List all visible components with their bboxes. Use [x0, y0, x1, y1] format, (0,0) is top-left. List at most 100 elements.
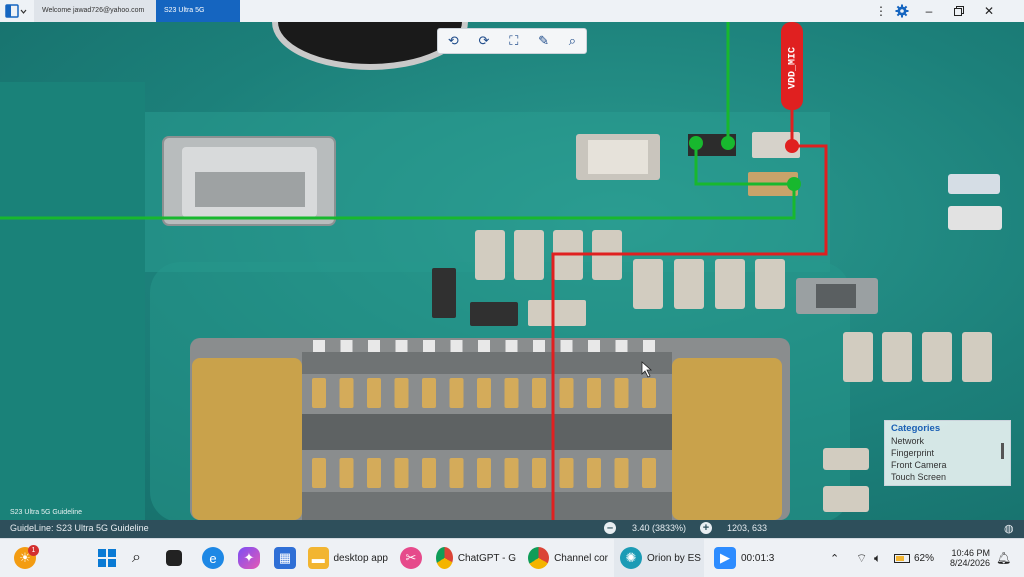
wifi-icon[interactable]: ⌔ — [856, 539, 867, 577]
task-view-button[interactable] — [166, 539, 182, 577]
categories-scrollbar[interactable] — [1001, 443, 1004, 459]
chevron-up-icon: ⌃ — [830, 552, 840, 565]
connector-pin — [312, 458, 326, 488]
category-item-fingerprint[interactable]: Fingerprint — [891, 447, 1004, 459]
connector-pin — [559, 378, 574, 408]
folder-icon: ▬ — [308, 547, 329, 569]
bell-icon: 🔔︎ — [996, 551, 1012, 565]
category-item-front-camera[interactable]: Front Camera — [891, 459, 1004, 471]
pcb-viewer-canvas[interactable]: VDD_MIC ⟲ ⟳ ⛶ ✎ ⌕ Categories Network Fin… — [0, 22, 1024, 520]
orion-icon: ✺ — [620, 547, 642, 569]
battery-indicator[interactable]: 62% — [894, 539, 934, 577]
rotate-right-icon[interactable]: ⟳ — [479, 33, 490, 49]
globe-icon[interactable]: ◍ — [1004, 522, 1014, 535]
board-watermark: S23 Ultra 5G Guideline — [10, 509, 82, 516]
cursor-coords: 1203, 633 — [727, 523, 768, 533]
taskbar-app-label: Orion by ES — [647, 552, 701, 564]
net-label-vdd-mic: VDD_MIC — [788, 47, 799, 89]
zoom-in-icon[interactable]: + — [700, 522, 712, 534]
settings-gear-icon[interactable] — [890, 0, 914, 22]
more-options-icon[interactable]: ⋮ — [872, 0, 890, 22]
zoom-out-icon[interactable]: – — [604, 522, 616, 534]
copilot-icon: ✦ — [238, 547, 260, 569]
taskbar-app-desktop[interactable]: ▬ desktop app — [308, 539, 388, 577]
snipping-tool-button[interactable]: ✂ — [400, 539, 422, 577]
volume-icon[interactable]: 🔈︎ — [874, 539, 881, 577]
windows-taskbar: ☀ 1 ⌕ e ✦ ▦ ▬ desktop app ✂ ChatGPT - G … — [0, 538, 1024, 577]
minimize-button[interactable]: – — [914, 0, 944, 22]
connector-pin-top — [505, 340, 518, 352]
chrome-icon — [436, 547, 453, 569]
notifications-button[interactable]: 🔔︎ — [996, 539, 1011, 577]
title-bar: Welcome jawad726@yahoo.com - Orion S23 U… — [0, 0, 1024, 36]
connector-pin — [367, 378, 381, 408]
zoom-level: 3.40 (3833%) — [632, 523, 687, 533]
taskbar-app-label: Channel cor — [554, 552, 608, 564]
taskbar-app-channel[interactable]: Channel cor — [528, 539, 608, 577]
chrome-icon — [528, 547, 550, 569]
copilot-button[interactable]: ✦ — [238, 539, 260, 577]
search-taskbar-button[interactable]: ⌕ — [132, 539, 141, 577]
connector-pin — [394, 458, 409, 488]
connector-pin — [614, 378, 629, 408]
clock-time: 10:46 PM — [951, 548, 990, 558]
notification-badge: 1 — [28, 544, 39, 556]
connector-pin — [642, 458, 656, 488]
category-item-touch-screen[interactable]: Touch Screen — [891, 471, 1004, 483]
connector-pin — [532, 458, 546, 488]
app-menu-icon[interactable] — [3, 2, 29, 20]
clock[interactable]: 10:46 PM 8/24/2026 — [944, 539, 990, 577]
tab-s23-guideline[interactable]: S23 Ultra 5G Guideline — [156, 0, 240, 36]
close-button[interactable]: ✕ — [974, 0, 1004, 22]
clock-date: 8/24/2026 — [949, 558, 990, 568]
connector-pin-top — [560, 340, 573, 352]
snip-icon: ✂ — [400, 547, 422, 569]
measure-tool-icon[interactable]: ✎ — [538, 33, 549, 49]
connector-pin — [559, 458, 574, 488]
connector-pin-top — [643, 340, 655, 352]
board-connector — [190, 338, 790, 520]
tab-welcome[interactable]: Welcome jawad726@yahoo.com - Orion — [34, 0, 156, 36]
show-hidden-icons[interactable]: ⌃ — [830, 539, 839, 577]
connector-pin-top — [533, 340, 545, 352]
status-bar: GuideLine: S23 Ultra 5G Guideline – 3.40… — [0, 520, 1024, 538]
fit-screen-icon[interactable]: ⛶ — [509, 33, 518, 49]
connector-pin — [477, 378, 491, 408]
taskbar-app-chatgpt[interactable]: ChatGPT - G — [436, 539, 516, 577]
connector-pin — [642, 378, 656, 408]
connector-pin — [339, 458, 354, 488]
taskbar-app-label: desktop app — [333, 552, 389, 564]
connector-pin — [504, 458, 519, 488]
connector-pin — [449, 378, 464, 408]
taskbar-app-label: 00:01:3 — [741, 552, 775, 564]
start-button[interactable] — [96, 539, 118, 577]
weather-widget[interactable]: ☀ 1 — [14, 539, 47, 577]
connector-pin — [504, 378, 519, 408]
search-icon[interactable]: ⌕ — [569, 33, 576, 49]
connector-pin — [422, 458, 436, 488]
connector-pin-top — [450, 340, 463, 352]
store-button[interactable]: ▦ — [274, 539, 296, 577]
connector-pin-top — [615, 340, 628, 352]
connector-pin-top — [588, 340, 600, 352]
taskbar-app-orion[interactable]: ✺ Orion by ES — [614, 539, 704, 577]
connector-pin — [422, 378, 436, 408]
battery-percent: 62% — [914, 552, 935, 564]
connector-pin — [367, 458, 381, 488]
connector-pin — [477, 458, 491, 488]
connector-pin-top — [478, 340, 490, 352]
edge-icon: e — [202, 547, 224, 569]
view-toolbar: ⟲ ⟳ ⛶ ✎ ⌕ — [437, 28, 587, 54]
connector-pin — [587, 458, 601, 488]
rotate-left-icon[interactable]: ⟲ — [448, 33, 459, 49]
taskbar-app-recorder[interactable]: ▶ 00:01:3 — [714, 539, 794, 577]
video-camera-icon: ▶ — [714, 547, 736, 569]
restore-button[interactable] — [944, 0, 974, 22]
connector-pin — [587, 378, 601, 408]
task-view-icon — [166, 550, 182, 566]
categories-panel: Categories Network Fingerprint Front Cam… — [884, 420, 1011, 486]
battery-icon — [894, 553, 910, 563]
edge-button[interactable]: e — [202, 539, 224, 577]
connector-pin — [532, 378, 546, 408]
category-item-network[interactable]: Network — [891, 435, 1004, 447]
